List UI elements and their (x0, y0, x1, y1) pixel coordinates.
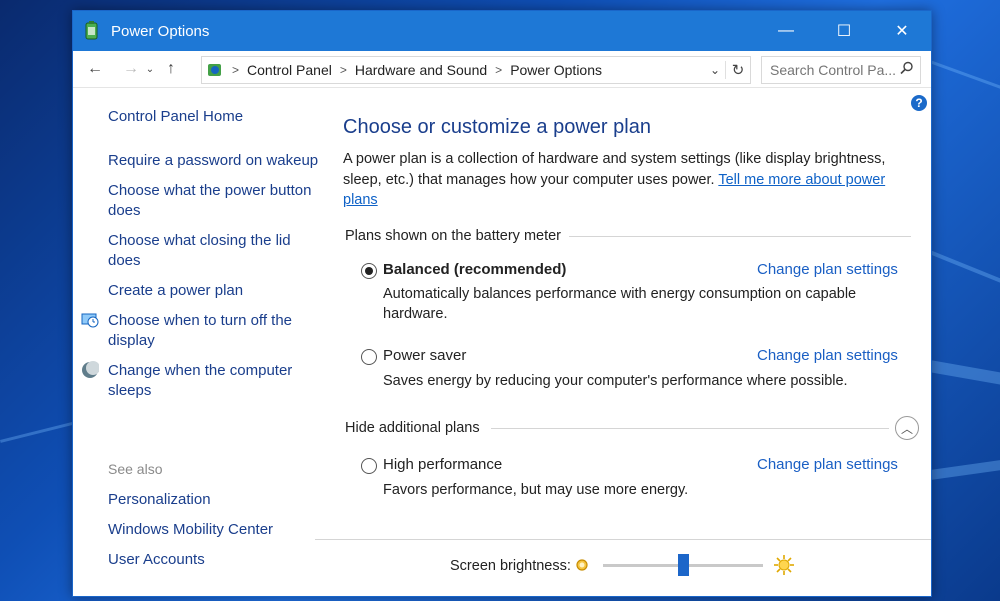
description-line1: A power plan is a collection of hardware… (343, 151, 886, 167)
minimize-button[interactable]: — (757, 11, 815, 51)
monitor-clock-icon (81, 311, 99, 329)
power-button-link-line1: Choose what the power button (108, 182, 312, 199)
personalization-link[interactable]: Personalization (108, 490, 211, 510)
turn-off-display-link[interactable]: Choose when to turn off the display (108, 311, 292, 351)
power-options-window: Power Options — ☐ ✕ ← → ⌄ ↑ > Control Pa… (72, 10, 932, 597)
breadcrumb-separator-icon[interactable]: > (495, 63, 502, 77)
breadcrumb-separator-icon[interactable]: > (340, 63, 347, 77)
high-performance-change-settings-link[interactable]: Change plan settings (757, 456, 898, 473)
brightness-slider-thumb[interactable] (677, 554, 689, 576)
search-input[interactable] (768, 61, 900, 79)
balanced-change-settings-link[interactable]: Change plan settings (757, 261, 898, 278)
help-icon[interactable]: ? (911, 95, 927, 111)
balanced-radio[interactable] (361, 263, 377, 279)
tell-me-more-link[interactable]: Tell me more about power (718, 172, 885, 188)
power-saver-radio[interactable] (361, 349, 377, 365)
power-saver-plan-description: Saves energy by reducing your computer's… (383, 373, 848, 389)
moon-icon (81, 361, 100, 379)
breadcrumb[interactable]: > Control Panel > Hardware and Sound > P… (201, 56, 751, 84)
title-bar[interactable]: Power Options — ☐ ✕ (73, 11, 931, 51)
turn-off-display-link-line1: Choose when to turn off the (108, 312, 293, 329)
breadcrumb-power-options[interactable]: Power Options (510, 62, 602, 78)
closing-lid-link-line2: does (108, 252, 141, 269)
back-arrow-icon[interactable]: ← (83, 60, 107, 78)
require-password-link[interactable]: Require a password on wakeup (108, 151, 318, 171)
breadcrumb-control-panel[interactable]: Control Panel (247, 62, 332, 78)
power-saver-change-settings-link[interactable]: Change plan settings (757, 347, 898, 364)
up-arrow-icon[interactable]: ↑ (159, 60, 183, 78)
closing-lid-link[interactable]: Choose what closing the lid does (108, 231, 291, 271)
search-icon[interactable] (900, 61, 914, 78)
window-title: Power Options (111, 22, 210, 40)
turn-off-display-link-line2: display (108, 332, 155, 349)
hide-additional-plans-header[interactable]: Hide additional plans (345, 420, 480, 436)
user-accounts-link[interactable]: User Accounts (108, 550, 205, 570)
close-button[interactable]: ✕ (873, 11, 931, 51)
page-title: Choose or customize a power plan (343, 116, 651, 138)
power-button-link[interactable]: Choose what the power button does (108, 181, 311, 221)
power-saver-plan-name[interactable]: Power saver (383, 347, 466, 364)
control-panel-icon (206, 61, 224, 79)
high-performance-plan-description: Favors performance, but may use more ene… (383, 482, 689, 498)
maximize-button[interactable]: ☐ (815, 11, 873, 51)
refresh-icon[interactable]: ↻ (725, 61, 750, 79)
brightness-low-icon (575, 558, 589, 577)
mobility-center-link[interactable]: Windows Mobility Center (108, 520, 273, 540)
computer-sleeps-link[interactable]: Change when the computer sleeps (108, 361, 292, 401)
control-panel-home-link[interactable]: Control Panel Home (108, 107, 243, 127)
balanced-desc-line1: Automatically balances performance with … (383, 286, 857, 302)
high-performance-radio[interactable] (361, 458, 377, 474)
recent-locations-chevron-icon[interactable]: ⌄ (143, 64, 157, 75)
screen-brightness-label: Screen brightness: (450, 558, 571, 574)
balanced-plan-description: Automatically balances performance with … (383, 284, 883, 324)
power-options-icon (83, 21, 101, 41)
bottom-divider (315, 539, 931, 540)
tell-me-more-link-continued[interactable]: plans (343, 192, 378, 208)
create-power-plan-link[interactable]: Create a power plan (108, 281, 243, 301)
page-description: A power plan is a collection of hardware… (343, 149, 903, 211)
description-line2: sleep, etc.) that manages how your compu… (343, 171, 715, 188)
section-divider (491, 428, 889, 429)
brightness-high-icon (773, 554, 795, 581)
high-performance-plan-name[interactable]: High performance (383, 456, 502, 473)
breadcrumb-separator-icon[interactable]: > (232, 63, 239, 77)
breadcrumb-hardware-and-sound[interactable]: Hardware and Sound (355, 62, 487, 78)
address-bar: ← → ⌄ ↑ > Control Panel > Hardware and S… (73, 51, 931, 88)
collapse-chevron-up-icon[interactable]: ︿ (895, 416, 919, 440)
balanced-plan-name[interactable]: Balanced (recommended) (383, 261, 566, 278)
forward-arrow-icon[interactable]: → (119, 60, 143, 78)
balanced-desc-line2: hardware. (383, 306, 448, 322)
power-button-link-line2: does (108, 202, 141, 219)
section-divider (569, 236, 911, 237)
see-also-header: See also (108, 461, 163, 477)
computer-sleeps-link-line1: Change when the computer (108, 362, 293, 379)
computer-sleeps-link-line2: sleeps (108, 382, 152, 399)
address-dropdown-icon[interactable]: ⌄ (710, 63, 720, 77)
battery-meter-section-header: Plans shown on the battery meter (345, 228, 562, 244)
search-box[interactable] (761, 56, 921, 84)
closing-lid-link-line1: Choose what closing the lid (108, 232, 291, 249)
